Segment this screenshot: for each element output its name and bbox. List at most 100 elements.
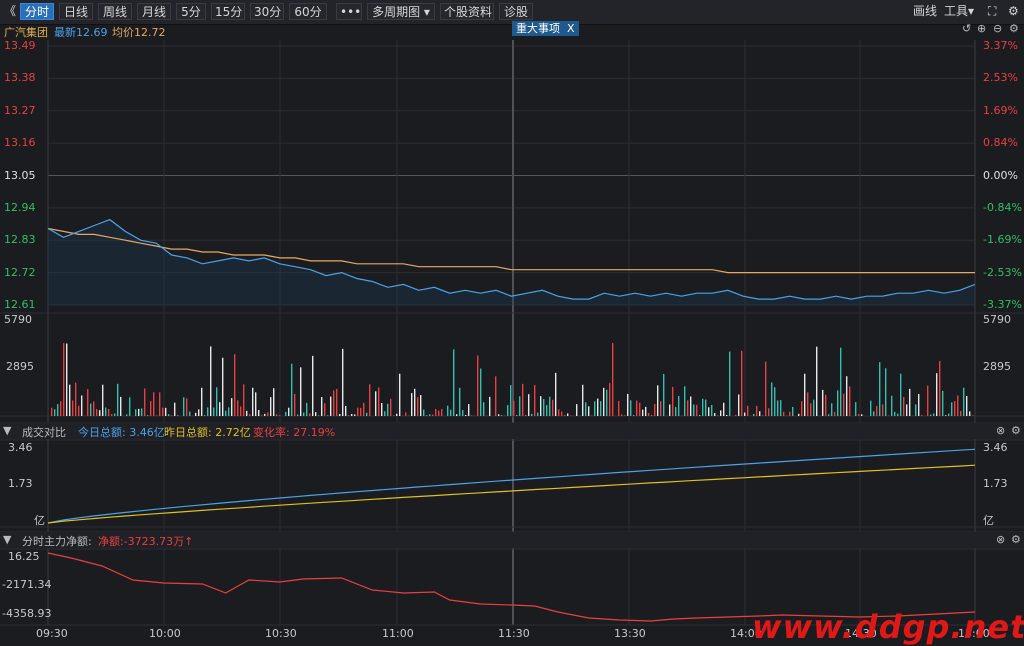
volume-bar xyxy=(429,414,430,416)
volume-bar xyxy=(219,402,220,416)
volume-bar xyxy=(933,413,934,416)
volume-bar xyxy=(690,396,691,416)
volume-bar xyxy=(90,404,91,416)
volume-bar xyxy=(798,414,799,416)
volume-bar xyxy=(507,405,508,416)
volume-bar xyxy=(489,397,490,416)
volume-bar xyxy=(480,369,481,416)
volume-bar xyxy=(69,385,70,416)
pct-axis-label: -3.37% xyxy=(983,298,1022,311)
volume-bar xyxy=(861,414,862,416)
volume-bar xyxy=(384,411,385,416)
turnover-yesterday-line xyxy=(48,465,975,523)
volume-bar xyxy=(927,386,928,416)
volume-bar xyxy=(495,376,496,416)
volume-bar xyxy=(171,415,172,416)
volume-axis-top-right: 5790 xyxy=(983,313,1011,326)
volume-bar xyxy=(129,397,130,416)
volume-bar xyxy=(660,401,661,416)
volume-bar xyxy=(843,394,844,416)
volume-bar xyxy=(684,386,685,416)
volume-bar xyxy=(111,414,112,416)
volume-bar xyxy=(957,395,958,416)
volume-bar xyxy=(303,412,304,416)
price-axis-label: 12.72 xyxy=(4,266,36,279)
volume-bar xyxy=(609,383,610,416)
volume-bar xyxy=(756,406,757,416)
volume-bar xyxy=(585,402,586,416)
volume-bar xyxy=(849,386,850,416)
volume-bar xyxy=(330,397,331,416)
volume-bar xyxy=(909,389,910,416)
volume-bar xyxy=(825,395,826,416)
volume-bar xyxy=(675,407,676,416)
flow-net-value: 净额:-3723.73万 xyxy=(98,535,184,548)
close-icon[interactable]: ⊗ xyxy=(996,424,1005,437)
time-axis-label: 10:00 xyxy=(149,627,181,640)
volume-bar xyxy=(510,385,511,416)
volume-bar xyxy=(972,415,973,416)
volume-bar xyxy=(936,373,937,416)
volume-bar xyxy=(603,388,604,416)
volume-bar xyxy=(528,394,529,416)
volume-bar xyxy=(600,401,601,416)
volume-bar xyxy=(687,400,688,416)
volume-bar xyxy=(522,384,523,416)
volume-bar xyxy=(954,401,955,416)
volume-bar xyxy=(804,374,805,416)
volume-bar xyxy=(831,403,832,416)
volume-bar xyxy=(258,410,259,416)
volume-bar xyxy=(411,393,412,416)
settings-icon[interactable]: ⚙ xyxy=(1011,533,1021,546)
volume-bar xyxy=(144,388,145,416)
volume-bar xyxy=(630,400,631,416)
volume-bar xyxy=(774,387,775,416)
volume-bar xyxy=(765,362,766,416)
pct-axis-label: -2.53% xyxy=(983,266,1022,279)
volume-bar xyxy=(456,414,457,416)
price-axis-label: 13.38 xyxy=(4,71,36,84)
volume-bar xyxy=(417,397,418,416)
volume-bar xyxy=(543,399,544,416)
time-axis-label: 09:30 xyxy=(36,627,68,640)
volume-bar xyxy=(249,414,250,416)
volume-bar xyxy=(273,388,274,416)
flow-panel-title: 分时主力净额: xyxy=(22,533,92,549)
volume-bar xyxy=(960,411,961,416)
volume-bar xyxy=(186,398,187,416)
close-icon[interactable]: ⊗ xyxy=(996,533,1005,546)
volume-bar xyxy=(138,409,139,416)
turnover-panel-title: 成交对比 xyxy=(22,424,66,440)
volume-bar xyxy=(789,412,790,416)
price-axis-label: 13.05 xyxy=(4,169,36,182)
volume-bar xyxy=(246,411,247,416)
volume-bar xyxy=(921,415,922,416)
volume-bar xyxy=(555,373,556,416)
volume-bar xyxy=(636,401,637,416)
volume-bar xyxy=(693,404,694,416)
volume-bar xyxy=(627,394,628,416)
volume-bar xyxy=(459,388,460,416)
turnover-axis-mid-right: 1.73 xyxy=(983,477,1008,490)
volume-bar xyxy=(105,408,106,416)
volume-bar xyxy=(696,405,697,416)
volume-bar xyxy=(513,401,514,416)
price-axis-label: 13.27 xyxy=(4,104,36,117)
watermark: www.ddgp.net xyxy=(752,608,1024,646)
volume-bar xyxy=(195,413,196,416)
volume-bar xyxy=(483,402,484,416)
volume-bar xyxy=(279,415,280,416)
volume-bar xyxy=(891,396,892,416)
volume-bar xyxy=(318,415,319,416)
volume-bar xyxy=(678,396,679,416)
volume-bar xyxy=(780,400,781,416)
collapse-icon[interactable]: ▼ xyxy=(3,533,11,546)
volume-bar xyxy=(267,412,268,416)
settings-icon[interactable]: ⚙ xyxy=(1011,424,1021,437)
volume-bar xyxy=(351,414,352,416)
pct-axis-label: 0.84% xyxy=(983,136,1018,149)
volume-bar xyxy=(612,343,613,416)
volume-bar xyxy=(594,401,595,416)
collapse-icon[interactable]: ▼ xyxy=(3,424,11,437)
volume-bar xyxy=(897,414,898,416)
